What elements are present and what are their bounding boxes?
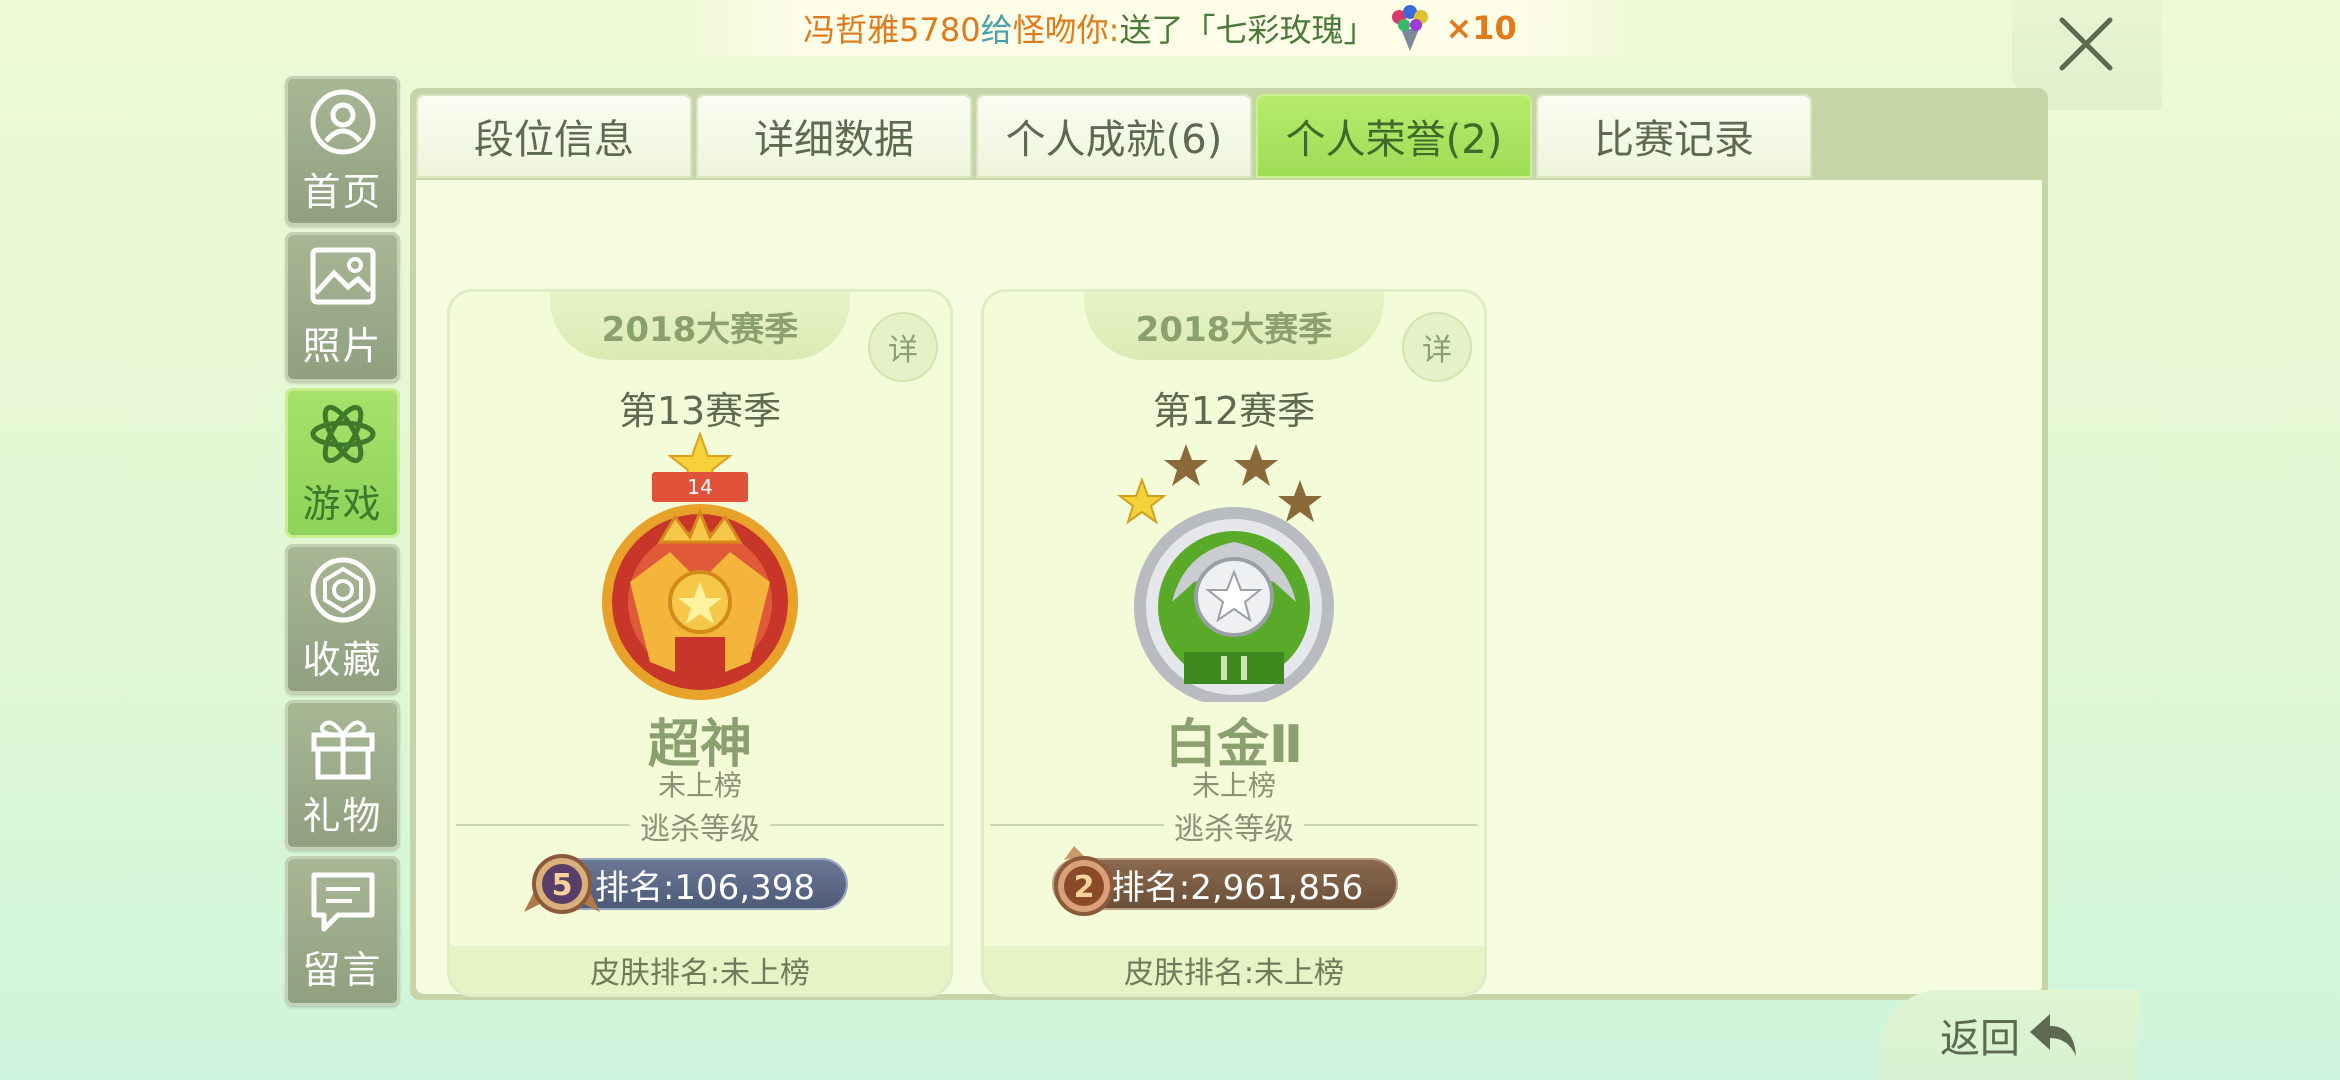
atom-icon <box>310 404 375 463</box>
banner-gift-count: ×10 <box>1445 9 1517 47</box>
honor-card: 2018大赛季 详 第12赛季 白金Ⅱ 未上榜 逃杀等级 排名:2,961,85… <box>984 292 1484 994</box>
season-group-label: 2018大赛季 <box>1084 292 1384 360</box>
detail-button[interactable]: 详 <box>1402 312 1472 382</box>
tab-match-records[interactable]: 比赛记录 <box>1536 94 1812 178</box>
skin-ranking: 皮肤排名:未上榜 <box>984 946 1484 994</box>
return-arrow-icon <box>2030 1014 2076 1056</box>
back-button[interactable]: 返回 <box>1880 990 2140 1080</box>
sidebar-item-label: 游戏 <box>302 481 383 526</box>
gem-icon <box>310 557 375 622</box>
banner-gift-name: 「七彩玫瑰」 <box>1183 11 1376 49</box>
level-medal-icon: 5 <box>524 854 600 914</box>
sidebar: 首页 照片 游戏 收藏 礼物 留言 <box>285 76 400 1012</box>
sidebar-item-gifts[interactable]: 礼物 <box>285 700 400 850</box>
skin-ranking: 皮肤排名:未上榜 <box>450 946 950 994</box>
main-panel: 段位信息 详细数据 个人成就(6) 个人荣誉(2) 比赛记录 2018大赛季 详… <box>410 88 2048 1000</box>
sidebar-item-label: 收藏 <box>302 637 383 682</box>
section-label-text: 逃杀等级 <box>630 812 770 847</box>
banner-action: 送了 <box>1119 11 1184 49</box>
sidebar-item-photos[interactable]: 照片 <box>285 232 400 382</box>
sidebar-item-home[interactable]: 首页 <box>285 76 400 226</box>
sidebar-item-label: 照片 <box>302 323 383 368</box>
sidebar-item-label: 礼物 <box>302 793 383 838</box>
level-medal-icon: 2 <box>1054 846 1114 916</box>
tab-honors[interactable]: 个人荣誉(2) <box>1256 94 1532 178</box>
banner-sender: 冯哲雅5780 <box>803 11 981 49</box>
section-label-text: 逃杀等级 <box>1164 812 1304 847</box>
season-label: 第12赛季 <box>1152 389 1316 433</box>
banner-recipient: 怪吻你: <box>1012 11 1120 49</box>
platinum-rank-badge-icon <box>1117 444 1334 702</box>
close-icon <box>2059 17 2113 71</box>
leaderboard-status: 未上榜 <box>657 769 742 802</box>
super-god-rank-badge-icon: 14 <box>602 432 798 700</box>
message-icon <box>311 872 374 931</box>
detail-button[interactable]: 详 <box>868 312 938 382</box>
gift-broadcast-banner: 冯哲雅5780 给 怪吻你: 送了 「七彩玫瑰」 ×10 <box>680 0 1640 56</box>
season-label: 第13赛季 <box>618 389 782 433</box>
level-number: 5 <box>552 868 573 903</box>
user-icon <box>310 89 375 154</box>
sidebar-item-messages[interactable]: 留言 <box>285 856 400 1006</box>
level-number: 2 <box>1074 870 1095 905</box>
banner-connector: 给 <box>980 11 1013 49</box>
tab-rank-info[interactable]: 段位信息 <box>416 94 692 178</box>
back-label: 返回 <box>1940 1016 2020 1062</box>
sidebar-item-label: 留言 <box>302 947 383 992</box>
tab-bar: 段位信息 详细数据 个人成就(6) 个人荣誉(2) 比赛记录 <box>416 94 1816 178</box>
photo-icon <box>310 247 375 304</box>
badge-number: 14 <box>687 475 712 499</box>
tab-detailed-data[interactable]: 详细数据 <box>696 94 972 178</box>
sidebar-item-games[interactable]: 游戏 <box>285 388 400 538</box>
bouquet-icon <box>1387 3 1433 53</box>
season-group-label: 2018大赛季 <box>550 292 850 360</box>
sidebar-item-label: 首页 <box>302 169 383 214</box>
sidebar-item-favorites[interactable]: 收藏 <box>285 544 400 694</box>
honor-card: 2018大赛季 详 第13赛季 14 超神 未上榜 逃杀等级 排名:106,39… <box>450 292 950 994</box>
leaderboard-status: 未上榜 <box>1191 769 1276 802</box>
tab-achievements[interactable]: 个人成就(6) <box>976 94 1252 178</box>
gift-icon <box>311 720 374 779</box>
